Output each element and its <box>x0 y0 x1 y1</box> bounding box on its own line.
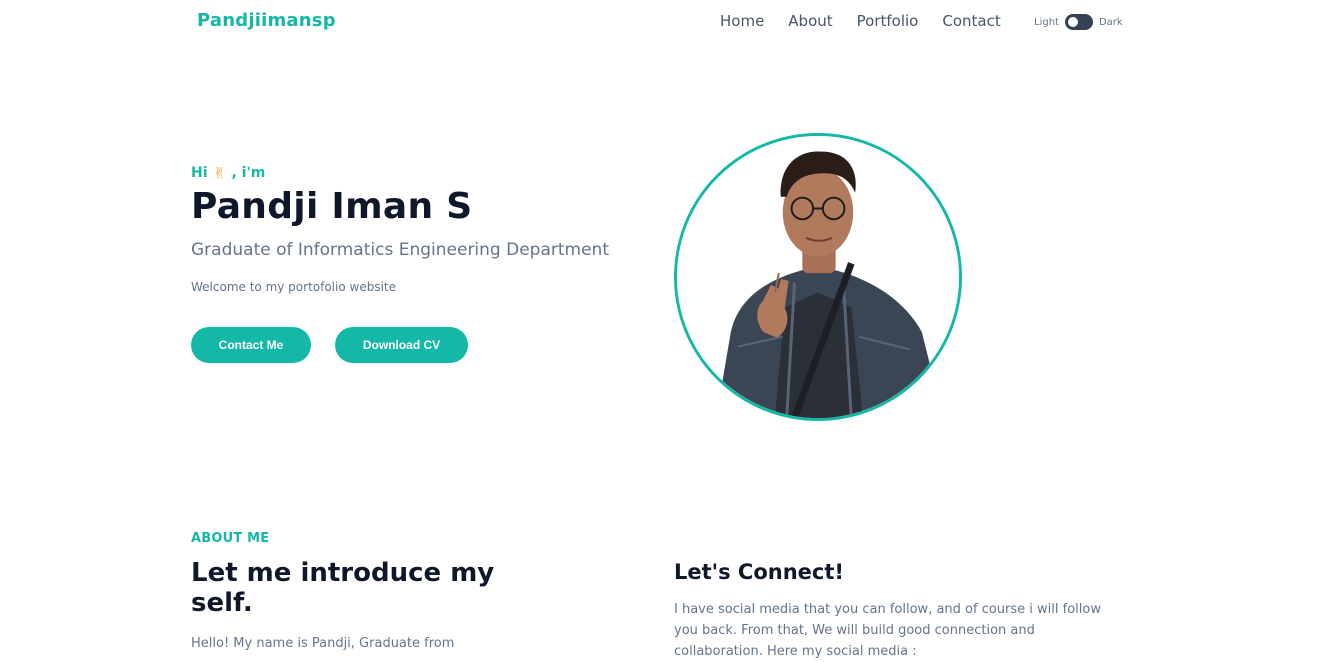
theme-dark-label: Dark <box>1098 16 1123 28</box>
connect-title: Let's Connect! <box>674 560 844 584</box>
hero-greeting: Hi ✌ , i'm <box>191 164 266 182</box>
nav-links: Home About Portfolio Contact <box>720 12 1001 30</box>
brand-logo[interactable]: Pandjiimansp <box>197 10 336 31</box>
theme-switch-knob <box>1067 17 1078 27</box>
profile-photo <box>674 133 962 421</box>
navbar: Pandjiimansp Home About Portfolio Contac… <box>0 0 1333 46</box>
hero-name: Pandji Iman S <box>191 186 473 227</box>
theme-light-label: Light <box>1034 16 1059 28</box>
hero-welcome-text: Welcome to my portofolio website <box>191 280 396 294</box>
nav-contact[interactable]: Contact <box>942 12 1000 30</box>
greeting-prefix: Hi <box>191 165 208 181</box>
connect-text: I have social media that you can follow,… <box>674 602 1101 659</box>
hero-section: Hi ✌ , i'm Pandji Iman S Graduate of Inf… <box>0 46 1333 486</box>
theme-switch[interactable] <box>1064 14 1093 30</box>
nav-portfolio[interactable]: Portfolio <box>857 12 919 30</box>
about-title: Let me introduce my self. <box>191 558 495 618</box>
peace-hand-icon: ✌ <box>213 164 226 182</box>
theme-toggle: Light Dark <box>1034 14 1123 30</box>
greeting-suffix: , i'm <box>231 165 266 181</box>
about-text: Hello! My name is Pandji, Graduate from <box>191 636 455 651</box>
nav-about[interactable]: About <box>788 12 832 30</box>
hero-subtitle: Graduate of Informatics Engineering Depa… <box>191 240 609 260</box>
nav-home[interactable]: Home <box>720 12 764 30</box>
about-section-tag: ABOUT ME <box>191 531 270 546</box>
download-cv-button[interactable]: Download CV <box>335 327 468 363</box>
contact-me-button[interactable]: Contact Me <box>191 327 311 363</box>
